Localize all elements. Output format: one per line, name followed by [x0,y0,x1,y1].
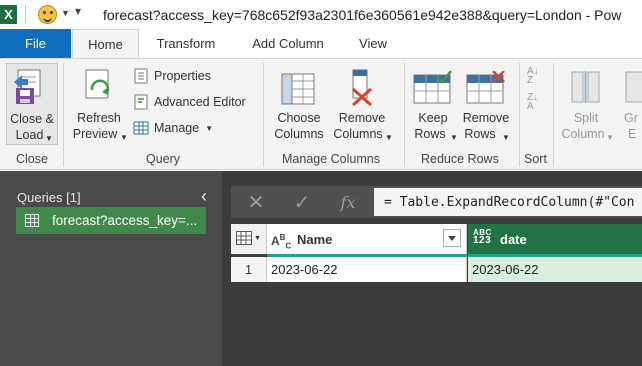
group-label-manage-columns: Manage Columns [282,152,380,166]
sort-ascending-icon: A↓ Z [527,66,539,86]
remove-columns-label-1: Remove [338,111,386,125]
group-divider [404,63,405,167]
table-menu-button[interactable]: ▼ [231,224,267,254]
group-label-query: Query [146,152,181,166]
chevron-down-icon: ▼ [385,133,393,142]
close-and-load-icon [14,69,41,104]
split-column-button[interactable]: Split Column ▼ [558,63,614,149]
split-column-label-2: Column [561,127,605,141]
chevron-down-icon: ▼ [254,235,261,242]
cancel-formula-icon[interactable]: ✕ [241,190,271,214]
row-number: 1 [231,257,267,282]
window-title: forecast?access_key=768c652f93a2301f6e36… [103,7,622,23]
split-column-label-1: Split [573,111,599,125]
text-type-icon: ABC [271,233,292,251]
group-by-label-2: E [628,127,637,141]
chevron-down-icon: ▼ [205,123,214,133]
quick-access-divider [25,5,26,23]
chevron-down-icon[interactable]: ▼ [61,8,70,18]
feedback-smiley-icon[interactable] [38,5,57,24]
choose-columns-icon [281,73,315,105]
choose-columns-button[interactable]: Choose Columns [268,63,330,149]
group-divider [519,63,520,167]
sort-ascending-button[interactable]: A↓ Z [527,65,539,87]
table-cell[interactable]: 2023-06-22 [267,257,467,282]
ribbon: Close & Load ▼ Close Refresh Preview ▼ P… [0,58,642,170]
tab-transform[interactable]: Transform [150,29,222,58]
remove-columns-button[interactable]: Remove Columns ▼ [331,63,393,149]
properties-icon [133,68,149,84]
remove-columns-label-2: Columns [333,127,383,141]
group-by-icon [625,71,642,103]
close-and-load-button[interactable]: Close & Load ▼ [6,63,58,145]
group-by-button[interactable]: Gr E [618,63,642,149]
chevron-down-icon: ▼ [120,133,128,142]
manage-label: Manage [154,121,200,135]
queries-heading: Queries [1] [17,190,81,205]
group-by-label-1: Gr [624,111,638,125]
split-column-icon [571,71,600,103]
choose-columns-label-2: Columns [274,127,324,141]
keep-rows-icon [413,71,452,104]
properties-button[interactable]: Properties [133,65,211,87]
chevron-left-icon[interactable]: ‹ [201,186,207,207]
data-grid: ▼ ABC Name ABC 123 date 1 2023-06-22 2023… [231,224,642,282]
table-cell[interactable]: 2023-06-22 [468,257,642,282]
chevron-down-icon: ▼ [606,133,614,142]
manage-button[interactable]: Manage ▼ [133,117,213,139]
manage-table-icon [133,120,149,136]
fx-icon[interactable]: fx [333,190,363,214]
keep-rows-label-2: Rows [414,127,446,141]
remove-rows-label-2: Rows [464,127,496,141]
group-label-reduce-rows: Reduce Rows [421,152,499,166]
excel-logo-icon: X [0,5,17,24]
query-item[interactable]: forecast?access_key=... [16,207,206,234]
remove-rows-button[interactable]: Remove Rows ▼ [458,63,514,149]
group-label-sort: Sort [524,152,547,166]
group-divider [553,63,554,167]
chevron-down-icon: ▼ [502,133,510,142]
formula-input[interactable]: = Table.ExpandRecordColumn(#"Con [374,188,642,216]
group-divider [63,63,64,167]
column-filter-dropdown[interactable] [443,229,461,247]
properties-label: Properties [154,69,211,83]
group-label-close: Close [16,152,48,166]
remove-columns-icon [352,69,372,107]
remove-rows-icon [466,71,505,104]
column-header-label: Name [297,232,333,247]
close-and-load-label-1: Close & [10,112,54,126]
tab-add-column[interactable]: Add Column [245,29,331,58]
remove-rows-label-1: Remove [462,111,510,125]
advanced-editor-label: Advanced Editor [154,95,246,109]
sort-descending-icon: Z↓ A [527,92,539,112]
confirm-formula-icon[interactable]: ✓ [287,190,317,214]
query-item-label: forecast?access_key=... [52,213,198,228]
chevron-down-icon: ▼ [45,134,53,143]
keep-rows-button[interactable]: Keep Rows ▼ [410,63,458,149]
advanced-editor-button[interactable]: Advanced Editor [133,91,246,113]
tab-home[interactable]: Home [72,29,139,59]
keep-rows-label-1: Keep [418,111,448,125]
any-type-icon: ABC 123 [473,228,492,246]
table-icon [236,231,252,245]
tab-file[interactable]: File [0,29,71,58]
column-header-name[interactable]: ABC Name [267,224,467,254]
table-icon [25,214,39,227]
queries-pane: Queries [1] ‹ forecast?access_key=... [0,171,222,366]
tab-view[interactable]: View [352,29,394,58]
quick-access-customize-icon[interactable]: ▾ [75,4,81,18]
column-header-date[interactable]: ABC 123 date [468,224,642,254]
refresh-label-1: Refresh [77,111,121,125]
column-header-label: date [500,232,527,247]
refresh-label-2: Preview [72,127,118,141]
sort-descending-button[interactable]: Z↓ A [527,91,538,113]
group-divider [263,63,264,167]
refresh-preview-button[interactable]: Refresh Preview ▼ [70,63,128,149]
ribbon-tabs: File Home Transform Add Column View [0,29,642,59]
chevron-down-icon: ▼ [450,133,458,142]
title-bar: X ▼ ▾ forecast?access_key=768c652f93a230… [0,0,642,29]
advanced-editor-icon [133,94,149,110]
refresh-icon [85,69,110,99]
choose-columns-label-1: Choose [277,111,321,125]
